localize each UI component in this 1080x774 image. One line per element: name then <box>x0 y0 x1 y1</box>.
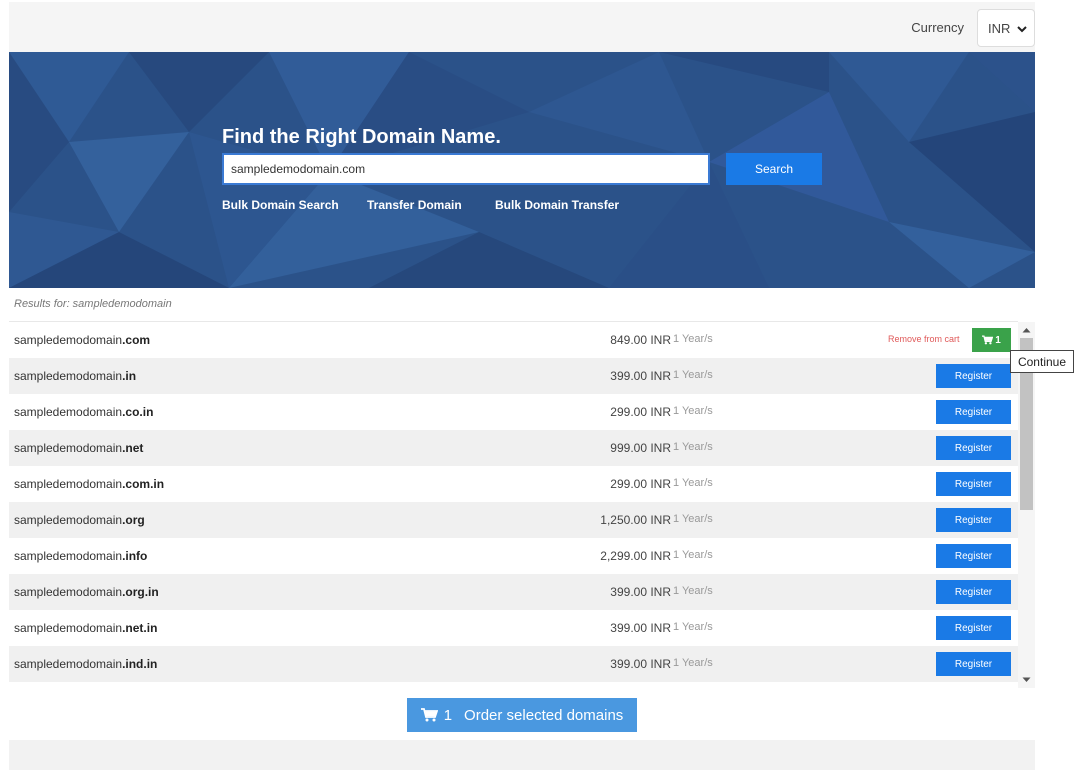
registration-term: 1 Year/s <box>673 369 713 381</box>
domain-tld: .co.in <box>122 405 154 419</box>
results-for-label: Results for: sampledemodomain <box>14 298 172 310</box>
register-button[interactable]: Register <box>936 508 1011 532</box>
domain-price: 1,250.00 INR <box>600 513 671 527</box>
bulk-domain-transfer-link[interactable]: Bulk Domain Transfer <box>495 198 619 212</box>
domain-base: sampledemodomain <box>14 657 123 671</box>
search-button[interactable]: Search <box>726 153 822 185</box>
domain-name: sampledemodomain.ind.in <box>14 657 157 671</box>
domain-result-row: sampledemodomain.co.in 299.00 INR 1 Year/s… <box>9 394 1018 430</box>
register-button[interactable]: Register <box>936 652 1011 676</box>
register-button[interactable]: Register <box>936 364 1011 388</box>
domain-name: sampledemodomain.co.in <box>14 405 153 419</box>
domain-price: 399.00 INR <box>610 585 671 599</box>
domain-tld: .org.in <box>122 585 159 599</box>
domain-result-row: sampledemodomain.in 399.00 INR 1 Year/s Reg… <box>9 358 1018 394</box>
domain-result-row: sampledemodomain.ind.in 399.00 INR 1 Year/… <box>9 646 1018 682</box>
domain-base: sampledemodomain <box>14 477 123 491</box>
order-selected-domains-button[interactable]: 1 Order selected domains <box>407 698 637 732</box>
order-count: 1 <box>443 706 453 724</box>
domain-tld: .ind.in <box>122 657 158 671</box>
shopping-cart-icon <box>420 708 438 722</box>
domain-name: sampledemodomain.com <box>14 333 150 347</box>
domain-search-input[interactable]: sampledemodomain.com <box>222 153 710 185</box>
domain-search-hero: Find the Right Domain Name. sampledemodo… <box>9 52 1035 288</box>
order-label: Order selected domains <box>464 706 624 724</box>
top-bar: Currency INR <box>9 2 1035 52</box>
registration-term: 1 Year/s <box>673 585 713 597</box>
currency-label: Currency <box>911 20 964 35</box>
domain-result-row: sampledemodomain.net.in 399.00 INR 1 Year/… <box>9 610 1018 646</box>
registration-term: 1 Year/s <box>673 657 713 669</box>
domain-name: sampledemodomain.org <box>14 513 145 527</box>
domain-tld: .com <box>122 333 151 347</box>
footer-bar <box>9 740 1035 770</box>
domain-result-row: sampledemodomain.org 1,250.00 INR 1 Year/s… <box>9 502 1018 538</box>
domain-result-row: sampledemodomain.com 849.00 INR 1 Year/s Re… <box>9 322 1018 358</box>
domain-tld: .info <box>122 549 148 563</box>
domain-price: 399.00 INR <box>610 657 671 671</box>
domain-base: sampledemodomain <box>14 585 123 599</box>
registration-term: 1 Year/s <box>673 621 713 633</box>
domain-base: sampledemodomain <box>14 333 123 347</box>
remove-from-cart-link[interactable]: Remove from cart <box>888 334 960 344</box>
domain-base: sampledemodomain <box>14 405 123 419</box>
domain-price: 999.00 INR <box>610 441 671 455</box>
domain-base: sampledemodomain <box>14 621 123 635</box>
domain-price: 399.00 INR <box>610 621 671 635</box>
domain-name: sampledemodomain.info <box>14 549 147 563</box>
domain-name: sampledemodomain.net <box>14 441 143 455</box>
hero-title: Find the Right Domain Name. <box>222 126 501 148</box>
domain-price: 299.00 INR <box>610 405 671 419</box>
scroll-up-arrow-icon[interactable] <box>1021 326 1032 334</box>
domain-base: sampledemodomain <box>14 441 123 455</box>
register-button[interactable]: Register <box>936 544 1011 568</box>
domain-name: sampledemodomain.org.in <box>14 585 159 599</box>
domain-price: 399.00 INR <box>610 369 671 383</box>
registration-term: 1 Year/s <box>673 513 713 525</box>
scroll-down-arrow-icon[interactable] <box>1021 676 1032 684</box>
currency-select[interactable]: INR <box>977 9 1035 47</box>
domain-tld: .net <box>122 441 144 455</box>
cart-button[interactable]: 1 <box>972 328 1011 352</box>
register-button[interactable]: Register <box>936 580 1011 604</box>
registration-term: 1 Year/s <box>673 549 713 561</box>
register-button[interactable]: Register <box>936 616 1011 640</box>
results-list: sampledemodomain.com 849.00 INR 1 Year/s Re… <box>9 322 1018 688</box>
domain-price: 2,299.00 INR <box>600 549 671 563</box>
register-button[interactable]: Register <box>936 436 1011 460</box>
registration-term: 1 Year/s <box>673 405 713 417</box>
chevron-down-icon <box>1017 26 1027 33</box>
bulk-domain-search-link[interactable]: Bulk Domain Search <box>222 198 339 212</box>
domain-name: sampledemodomain.in <box>14 369 136 383</box>
domain-tld: .org <box>122 513 145 527</box>
domain-price: 299.00 INR <box>610 477 671 491</box>
register-button[interactable]: Register <box>936 400 1011 424</box>
domain-result-row: sampledemodomain.info 2,299.00 INR 1 Year/… <box>9 538 1018 574</box>
cart-count: 1 <box>995 334 1001 346</box>
register-button[interactable]: Register <box>936 472 1011 496</box>
domain-name: sampledemodomain.net.in <box>14 621 157 635</box>
domain-base: sampledemodomain <box>14 513 123 527</box>
domain-result-row: sampledemodomain.net 999.00 INR 1 Year/s Re… <box>9 430 1018 466</box>
domain-base: sampledemodomain <box>14 369 123 383</box>
domain-name: sampledemodomain.com.in <box>14 477 164 491</box>
domain-tld: .com.in <box>122 477 165 491</box>
continue-tooltip: Continue <box>1010 350 1074 373</box>
domain-base: sampledemodomain <box>14 549 123 563</box>
registration-term: 1 Year/s <box>673 441 713 453</box>
transfer-domain-link[interactable]: Transfer Domain <box>367 198 462 212</box>
domain-result-row: sampledemodomain.org.in 399.00 INR 1 Year/… <box>9 574 1018 610</box>
domain-tld: .net.in <box>122 621 158 635</box>
currency-value: INR <box>988 20 1011 36</box>
shopping-cart-icon <box>982 335 994 345</box>
results-scrollbar[interactable] <box>1018 322 1035 688</box>
registration-term: 1 Year/s <box>673 333 713 345</box>
registration-term: 1 Year/s <box>673 477 713 489</box>
domain-result-row: sampledemodomain.com.in 299.00 INR 1 Year/… <box>9 466 1018 502</box>
domain-price: 849.00 INR <box>610 333 671 347</box>
domain-tld: .in <box>122 369 137 383</box>
